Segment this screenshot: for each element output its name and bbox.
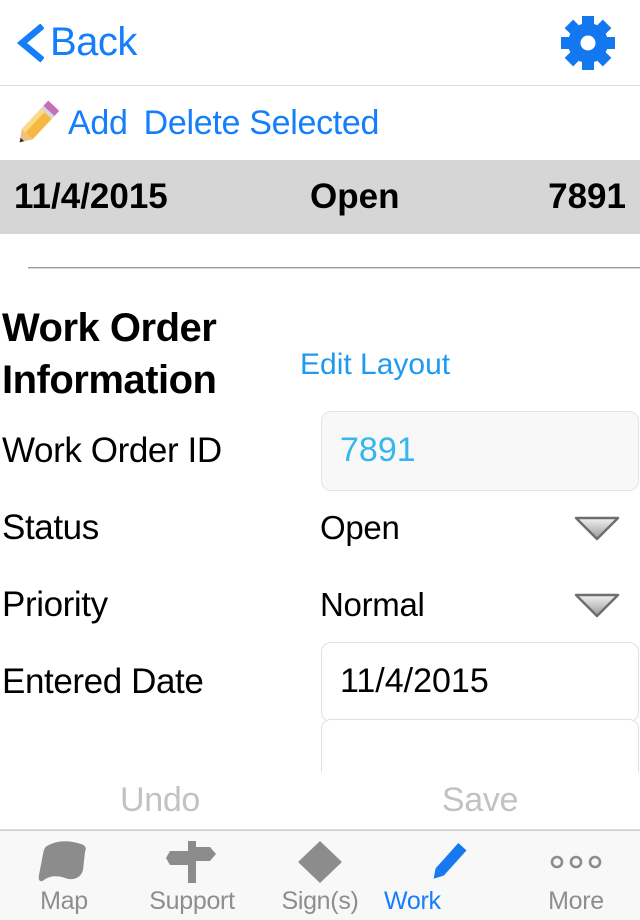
add-button[interactable]: Add [68, 104, 128, 143]
tab-more[interactable]: More [512, 831, 640, 920]
tab-label: More [548, 887, 604, 915]
field-row-entered-date: Entered Date 11/4/2015 [0, 641, 640, 722]
delete-selected-button[interactable]: Delete Selected [144, 104, 380, 143]
tab-bar: Map Support Sign(s) Work More [0, 830, 640, 920]
field-row-priority: Priority Normal [0, 566, 640, 643]
pencil-icon [416, 839, 480, 885]
diamond-icon [288, 839, 352, 885]
back-button[interactable]: Back [14, 20, 137, 65]
tab-label: Support [149, 887, 235, 915]
clipped-input[interactable] [321, 718, 639, 772]
work-order-id-input[interactable]: 7891 [321, 410, 639, 491]
field-label: Priority [2, 584, 108, 624]
entered-date-input[interactable]: 11/4/2015 [321, 641, 639, 722]
tab-label: Work Order(s) [384, 887, 475, 920]
section-divider-wrapper [0, 234, 640, 302]
undo-button[interactable]: Undo [0, 781, 320, 820]
chevron-down-icon[interactable] [574, 515, 620, 541]
field-row-work-order-id: Work Order ID 7891 [0, 410, 640, 491]
row-id: 7891 [548, 177, 626, 216]
row-date: 11/4/2015 [14, 177, 168, 216]
form-toolbar: Undo Save [0, 772, 640, 830]
row-status: Open [310, 177, 400, 216]
field-row-status: Status Open [0, 489, 640, 566]
gear-icon[interactable] [558, 14, 618, 72]
edit-layout-button[interactable]: Edit Layout [300, 348, 450, 382]
pencil-icon [6, 93, 68, 153]
table-row[interactable]: 11/4/2015 Open 7891 [0, 160, 640, 234]
ellipsis-icon [544, 839, 608, 885]
chevron-down-icon[interactable] [574, 592, 620, 618]
field-label: Status [2, 507, 99, 547]
save-button[interactable]: Save [320, 781, 640, 820]
priority-value[interactable]: Normal [320, 586, 425, 624]
chevron-left-icon [14, 23, 44, 62]
tab-work-orders[interactable]: Work Order(s) [384, 831, 512, 920]
back-button-label: Back [50, 20, 137, 64]
map-icon [32, 839, 96, 885]
section-divider [28, 267, 640, 269]
tab-signs[interactable]: Sign(s) [256, 831, 384, 920]
tab-label: Map [40, 887, 88, 915]
tab-map[interactable]: Map [0, 831, 128, 920]
tab-support[interactable]: Support [128, 831, 256, 920]
status-value[interactable]: Open [320, 509, 400, 547]
work-order-form: Work Order Information Edit Layout Work … [0, 302, 640, 772]
field-row-clipped [0, 718, 640, 772]
action-bar: Add Delete Selected [0, 86, 640, 160]
navigation-bar: Back [0, 0, 640, 86]
tab-label: Sign(s) [281, 887, 359, 915]
signpost-icon [160, 839, 224, 885]
form-header: Work Order Information Edit Layout [0, 302, 640, 412]
page-title: Work Order Information [2, 306, 217, 402]
field-label: Work Order ID [2, 430, 222, 470]
field-label: Entered Date [2, 661, 204, 701]
app-root: Back Add Delete Selected 11/4/2015 Open … [0, 0, 640, 920]
